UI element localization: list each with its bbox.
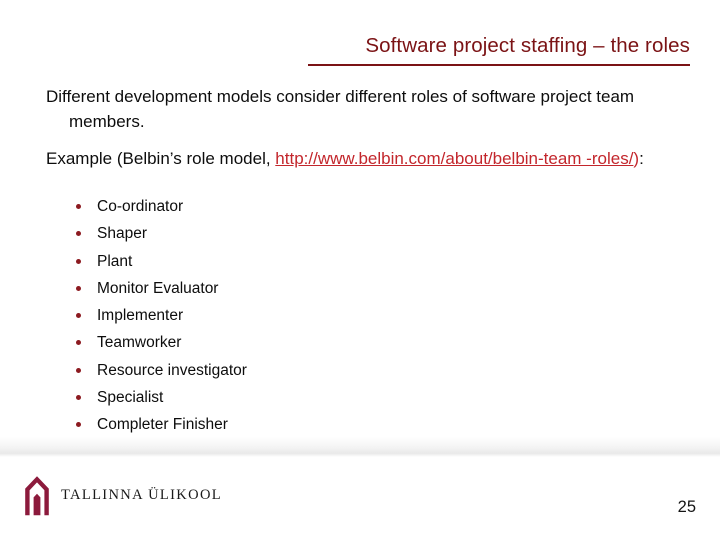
page-number: 25 — [677, 498, 696, 516]
list-item: Completer Finisher — [76, 411, 247, 438]
role-label: Monitor Evaluator — [97, 279, 219, 297]
role-label: Co-ordinator — [97, 198, 184, 215]
list-item: Plant — [76, 248, 247, 275]
bullet-icon — [76, 204, 81, 209]
bullet-icon — [76, 422, 81, 428]
role-label: Shaper — [97, 225, 147, 243]
belbin-team-roles-link[interactable]: http://www.belbin.com/about/belbin-team … — [275, 149, 633, 168]
bullet-icon — [76, 258, 81, 264]
bullet-icon — [76, 285, 81, 291]
body-content: Different development models consider di… — [46, 84, 694, 179]
role-label: Resource investigator — [97, 361, 247, 379]
paragraph-intro: Different development models consider di… — [46, 87, 635, 131]
list-item: Shaper — [76, 220, 247, 247]
example-prefix-text: Example (Belbin’s role model, — [46, 149, 276, 168]
footer-divider-band — [0, 437, 720, 457]
list-item: Teamworker — [76, 329, 247, 356]
university-logo: TALLINNA ÜLIKOOL — [22, 474, 222, 516]
arch-gateway-icon — [25, 476, 49, 516]
bullet-icon — [76, 231, 81, 237]
title-underline-rule — [308, 64, 690, 66]
list-item: Implementer — [76, 302, 247, 329]
example-suffix-text: : — [639, 149, 644, 168]
list-item: Specialist — [76, 384, 247, 411]
list-item: Co-ordinator — [76, 193, 247, 220]
role-label: Teamworker — [97, 334, 182, 352]
university-logo-text: TALLINNA ÜLIKOOL — [61, 486, 222, 503]
role-label: Completer Finisher — [97, 416, 228, 434]
role-label: Specialist — [97, 389, 164, 407]
list-item: Monitor Evaluator — [76, 275, 247, 302]
bullet-icon — [76, 367, 81, 373]
slide-title-block: Software project staffing – the roles — [46, 33, 690, 59]
bullet-icon — [76, 395, 81, 401]
role-label: Implementer — [97, 307, 184, 325]
roles-list: Co-ordinator Shaper Plant Monitor Evalua… — [76, 193, 247, 439]
list-item: Resource investigator — [76, 357, 247, 384]
bullet-icon — [76, 340, 81, 346]
role-label: Plant — [97, 252, 133, 270]
page-title: Software project staffing – the roles — [365, 34, 690, 57]
bullet-icon — [76, 313, 81, 319]
slide: Software project staffing – the roles Di… — [0, 0, 720, 540]
paragraph-example: Example (Belbin’s role model, http://www… — [46, 146, 694, 171]
